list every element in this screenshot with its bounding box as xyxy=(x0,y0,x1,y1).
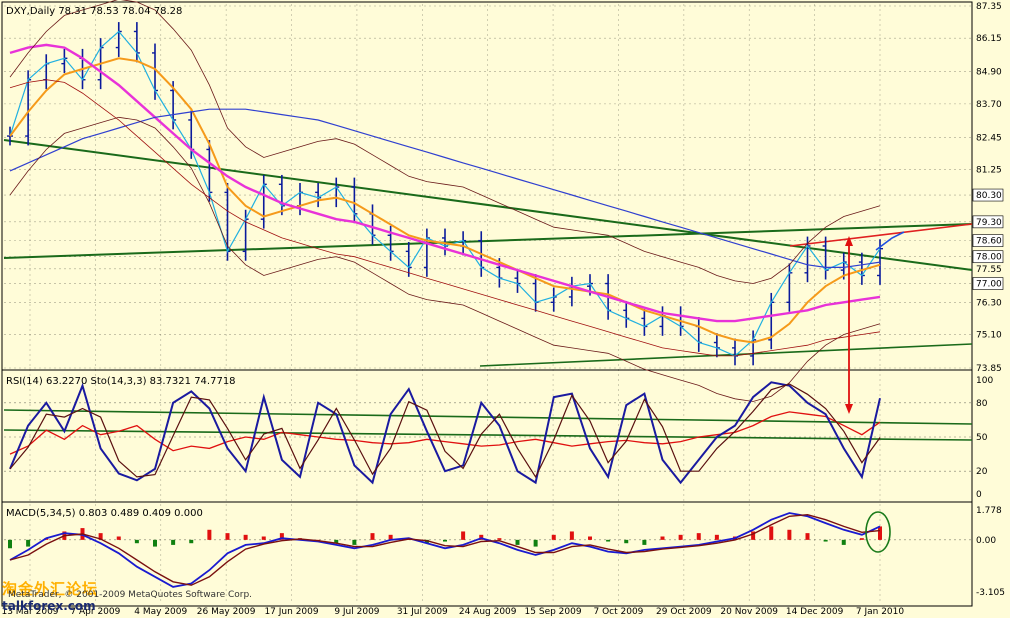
macd-histogram-bar xyxy=(624,539,629,544)
price-tick-label: 78.60 xyxy=(976,237,1002,247)
rsi-tick-label: 0 xyxy=(976,490,982,500)
macd-histogram-bar xyxy=(153,539,157,547)
macd-histogram-bar xyxy=(714,534,719,540)
macd-histogram-bar xyxy=(823,539,828,542)
macd-histogram-bar xyxy=(696,533,701,540)
macd-header: MACD(5,34,5) 0.803 0.489 0.409 0.000 xyxy=(6,508,203,519)
price-tick-label: 78.00 xyxy=(976,253,1002,263)
macd-histogram-bar xyxy=(116,536,121,540)
macd-histogram-bar xyxy=(588,536,592,540)
macd-histogram-bar xyxy=(225,533,230,540)
green-trendline-low xyxy=(479,343,973,367)
price-tick-label: 77.00 xyxy=(976,280,1002,290)
macd-histogram-bar xyxy=(769,526,774,540)
x-axis-label: 14 Dec 2009 xyxy=(786,607,844,617)
x-axis-label: 20 Nov 2009 xyxy=(720,607,778,617)
x-axis-label: 7 Oct 2009 xyxy=(594,607,644,617)
macd-histogram-bar xyxy=(660,536,665,540)
indicator-lines xyxy=(8,0,905,588)
green-trendline-down xyxy=(3,139,973,271)
price-tick-label: 77.55 xyxy=(976,265,1002,275)
x-axis-labels: 13 Mar 2009 7 Apr 2009 4 May 2009 26 May 20… xyxy=(1,607,904,617)
price-tick-label: 73.85 xyxy=(976,364,1002,374)
x-axis-label: 31 Jul 2009 xyxy=(397,607,448,617)
rsi-tick-label: 20 xyxy=(976,467,988,477)
price-tick-label: 83.70 xyxy=(976,100,1002,110)
price-tick-label: 84.90 xyxy=(976,68,1002,78)
rsi-tick-label: 100 xyxy=(976,376,993,386)
x-axis-label: 24 Aug 2009 xyxy=(459,607,517,617)
price-chart-svg: 87.35 86.15 84.90 83.70 82.45 81.25 80.30 79.30… xyxy=(1,0,1005,617)
annotation-arrowhead-down xyxy=(845,404,853,414)
macd-histogram-bar xyxy=(787,529,792,540)
macd-tick-label: -3.105 xyxy=(976,588,1005,598)
macd-histogram-bar xyxy=(678,534,683,540)
macd-histogram-bar xyxy=(805,533,810,540)
axis-tick-labels: 87.35 86.15 84.90 83.70 82.45 81.25 80.30 79.30… xyxy=(972,2,1005,598)
rsi-header: RSI(14) 63.2270 Sto(14,3,3) 83.7321 74.7… xyxy=(6,376,236,387)
x-axis-label: 4 May 2009 xyxy=(134,607,187,617)
macd-histogram-bar xyxy=(606,539,611,542)
price-tick-label: 82.45 xyxy=(976,133,1002,143)
price-tick-label: 81.25 xyxy=(976,166,1002,176)
macd-histogram-bar xyxy=(243,534,248,540)
macd-histogram-bar xyxy=(497,538,502,540)
macd-histogram-bar xyxy=(26,539,31,547)
macd-histogram-bar xyxy=(841,539,846,545)
stoch-k-line xyxy=(9,381,881,485)
price-tick-label: 76.30 xyxy=(976,298,1002,308)
macd-histogram-bar xyxy=(370,533,375,540)
price-tick-label: 80.30 xyxy=(976,191,1002,201)
macd-histogram-bar xyxy=(134,539,139,544)
macd-histogram-bar xyxy=(352,539,357,545)
macd-histogram-bar xyxy=(461,531,466,540)
rsi-tick-label: 50 xyxy=(976,433,988,443)
price-bars xyxy=(7,22,883,366)
x-axis-label: 29 Oct 2009 xyxy=(656,607,712,617)
price-tick-label: 86.15 xyxy=(976,34,1002,44)
macd-histogram-bar xyxy=(189,539,194,544)
macd-histogram-bar xyxy=(859,538,864,540)
x-axis-label: 7 Jan 2010 xyxy=(856,607,904,617)
annotation-arrowhead-up xyxy=(845,236,853,246)
chart-window: { "chart_data": { "type": "line", "symbo… xyxy=(0,0,1010,618)
price-tick-label: 79.30 xyxy=(976,218,1002,228)
rsi-tick-label: 80 xyxy=(976,399,988,409)
copyright: MetaTrader, © 2001-2009 MetaQuotes Softw… xyxy=(8,590,253,600)
macd-histogram-bar xyxy=(878,526,882,540)
macd-tick-label: 0.00 xyxy=(976,536,996,546)
macd-histogram-bar xyxy=(569,531,574,540)
macd-histogram-bar xyxy=(443,539,447,542)
macd-histogram-bar xyxy=(261,536,266,540)
macd-histogram-bar xyxy=(8,539,12,549)
macd-tick-label: 1.778 xyxy=(976,506,1002,516)
price-tick-label: 87.35 xyxy=(976,2,1002,12)
macd-histogram-bar xyxy=(207,529,212,540)
macd-histogram-bar xyxy=(642,539,647,545)
price-tick-label: 75.10 xyxy=(976,330,1002,340)
symbol-header: DXY,Daily 78.31 78.53 78.04 78.28 xyxy=(6,6,182,17)
macd-histogram-bar xyxy=(533,539,538,547)
macd-histogram-bar xyxy=(171,539,176,545)
rsi-line xyxy=(9,411,881,455)
trendlines xyxy=(3,139,973,441)
macd-histogram-bar xyxy=(551,534,556,540)
x-axis-label: 15 Sep 2009 xyxy=(525,607,582,617)
watermark-en: talkforex.com xyxy=(2,599,96,613)
x-axis-label: 17 Jun 2009 xyxy=(264,607,318,617)
x-axis-label: 26 May 2009 xyxy=(197,607,256,617)
macd-histogram-bar xyxy=(515,539,520,545)
x-axis-label: 9 Jul 2009 xyxy=(334,607,379,617)
